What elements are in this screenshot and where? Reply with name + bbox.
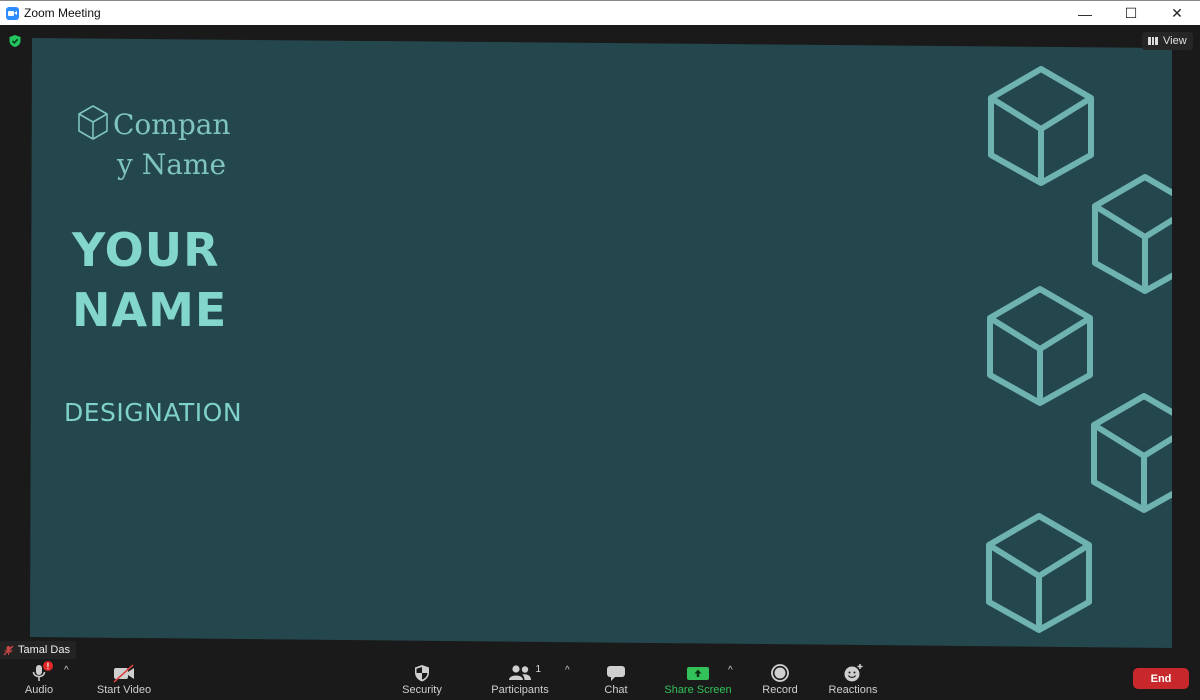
emoji-add-icon: [842, 662, 864, 684]
view-grid-icon: [1148, 37, 1158, 45]
audio-alert-badge: !: [43, 661, 53, 671]
view-label: View: [1163, 35, 1187, 47]
microphone-icon: !: [29, 661, 53, 684]
company-name: Compan y Name: [113, 105, 243, 185]
reactions-label: Reactions: [828, 684, 878, 696]
share-arrow-icon: [686, 662, 710, 684]
participants-icon: 1: [507, 662, 541, 684]
company-name-line-1: Compan: [113, 108, 231, 141]
participant-name-tag: Tamal Das: [0, 641, 76, 659]
audio-label: Audio: [24, 684, 54, 696]
chat-icon: [605, 662, 627, 684]
participant-name: Tamal Das: [18, 644, 70, 656]
name-line-2: NAME: [72, 283, 228, 337]
participants-options-caret-icon[interactable]: ^: [565, 665, 570, 676]
participants-label: Participants: [491, 684, 549, 696]
share-options-caret-icon[interactable]: ^: [728, 665, 733, 676]
your-name-heading: YOUR NAME: [72, 220, 227, 340]
record-button[interactable]: Record: [758, 659, 802, 700]
chat-label: Chat: [604, 684, 628, 696]
end-meeting-button[interactable]: End: [1133, 668, 1189, 689]
share-screen-button[interactable]: Share Screen: [663, 659, 733, 700]
video-off-icon: [111, 662, 137, 684]
designation-text: DESIGNATION: [64, 398, 243, 427]
participants-button[interactable]: 1 Participants: [488, 659, 552, 700]
shield-check-icon[interactable]: [8, 34, 22, 48]
audio-options-caret-icon[interactable]: ^: [64, 665, 69, 676]
chat-button[interactable]: Chat: [598, 659, 634, 700]
start-video-label: Start Video: [96, 684, 152, 696]
security-label: Security: [402, 684, 442, 696]
view-button[interactable]: View: [1142, 32, 1193, 50]
name-line-1: YOUR: [72, 223, 220, 277]
shield-icon: [413, 662, 431, 684]
company-name-line-2: y Name: [117, 148, 227, 181]
meeting-toolbar: ! Audio ^ Start Video Security 1 Partici…: [0, 659, 1200, 700]
participant-count: 1: [535, 664, 541, 675]
start-video-button[interactable]: Start Video: [92, 659, 156, 700]
record-icon: [770, 662, 790, 684]
record-label: Record: [762, 684, 798, 696]
security-button[interactable]: Security: [398, 659, 446, 700]
share-screen-label: Share Screen: [664, 684, 732, 696]
audio-button[interactable]: ! Audio: [20, 659, 58, 700]
mic-muted-icon: [3, 645, 14, 655]
reactions-button[interactable]: Reactions: [826, 659, 880, 700]
